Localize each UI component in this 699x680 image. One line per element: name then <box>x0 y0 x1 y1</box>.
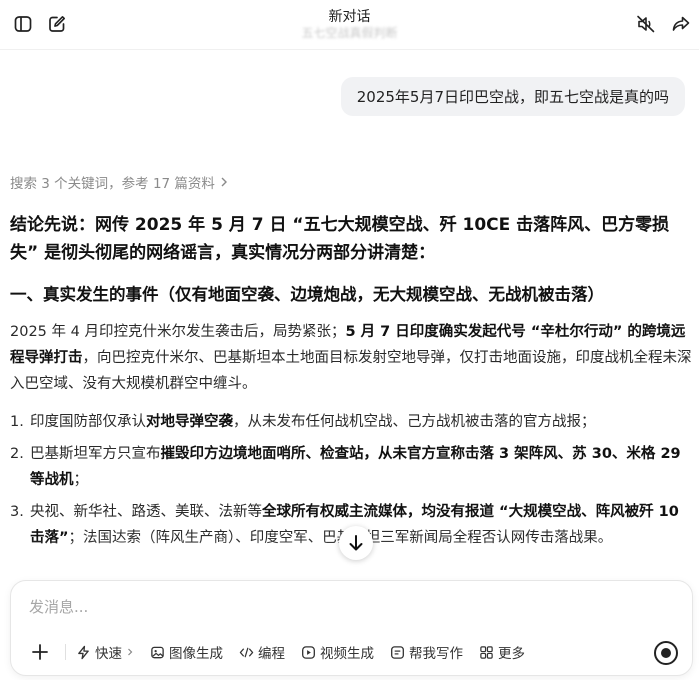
coding-button[interactable]: 编程 <box>239 642 285 662</box>
image-icon <box>151 646 164 658</box>
video-generation-button[interactable]: 视频生成 <box>301 642 374 662</box>
assistant-answer: 结论先说：网传 2025 年 5 月 7 日 “五七大规模空战、歼 10CE 击… <box>10 211 694 557</box>
tool-label: 图像生成 <box>169 646 223 662</box>
share-icon <box>672 16 690 31</box>
list-number: 2. <box>10 446 24 462</box>
paragraph-text: 2025 年 4 月印控克什米尔发生袭击后，局势紧张； <box>10 324 346 340</box>
share-button[interactable] <box>667 10 695 38</box>
conversation-subtitle: 五七空战真假判断 <box>301 26 398 40</box>
tool-label: 编程 <box>258 646 285 662</box>
list-text: 印度国防部仅承认对地导弹空袭，从未发布任何战机空战、己方战机被击落的官方战报； <box>30 414 596 430</box>
video-icon <box>302 645 315 659</box>
plus-icon <box>32 644 48 660</box>
answer-paragraph: 2025 年 4 月印控克什米尔发生袭击后，局势紧张；5 月 7 日印度确实发起… <box>10 319 694 397</box>
message-composer: 快速 图像生成 编程 视频生成 帮我写作 更多 <box>10 580 693 676</box>
chevron-right-icon <box>128 648 133 656</box>
code-icon <box>239 647 254 657</box>
paragraph-text: ，向巴控克什米尔、巴基斯坦本土地面目标发射空地导弹，仅打击地面设施，印度战机全程… <box>10 350 692 392</box>
more-tools-button[interactable]: 更多 <box>479 642 525 662</box>
pen-icon <box>391 645 404 659</box>
user-message: 2025年5月7日印巴空战，即五七空战是真的吗 <box>340 77 685 116</box>
tool-label: 视频生成 <box>320 646 374 662</box>
chat-area[interactable]: 2025年5月7日印巴空战，即五七空战是真的吗 搜索 3 个关键词，参考 17 … <box>0 51 699 579</box>
record-icon <box>661 648 671 658</box>
grid-icon <box>480 645 493 659</box>
image-generation-button[interactable]: 图像生成 <box>150 642 223 662</box>
writing-assist-button[interactable]: 帮我写作 <box>390 642 463 662</box>
lightning-icon <box>78 645 89 659</box>
search-reference-link[interactable]: 搜索 3 个关键词，参考 17 篇资料 <box>10 172 229 192</box>
scroll-to-bottom-button[interactable] <box>339 526 373 560</box>
speaker-muted-icon <box>637 15 655 33</box>
voice-input-button[interactable] <box>654 641 678 665</box>
mode-quick-button[interactable]: 快速 <box>76 642 134 662</box>
search-reference-text: 搜索 3 个关键词，参考 17 篇资料 <box>10 176 215 192</box>
attach-button[interactable] <box>29 641 51 663</box>
list-item: 1. 印度国防部仅承认对地导弹空袭，从未发布任何战机空战、己方战机被击落的官方战… <box>10 409 694 435</box>
list-item: 2. 巴基斯坦军方只宣布摧毁印方边境地面哨所、检查站，从未官方宣称击落 3 架阵… <box>10 441 694 493</box>
mute-button[interactable] <box>632 10 660 38</box>
top-bar: 新对话 五七空战真假判断 <box>0 0 699 50</box>
list-text: 巴基斯坦军方只宣布摧毁印方边境地面哨所、检查站，从未官方宣称击落 3 架阵风、苏… <box>30 446 681 488</box>
tool-label: 更多 <box>498 646 525 662</box>
composer-toolbar: 快速 图像生成 编程 视频生成 帮我写作 更多 <box>29 641 541 663</box>
page-title: 新对话 <box>328 9 371 25</box>
arrow-down-icon <box>349 535 363 551</box>
toolbar-divider <box>65 644 66 660</box>
tool-label: 快速 <box>95 646 122 662</box>
list-number: 1. <box>10 414 24 430</box>
answer-conclusion: 结论先说：网传 2025 年 5 月 7 日 “五七大规模空战、歼 10CE 击… <box>10 215 670 263</box>
section-heading: 一、真实发生的事件（仅有地面空袭、边境炮战，无大规模空战、无战机被击落） <box>10 285 604 304</box>
tool-label: 帮我写作 <box>409 646 463 662</box>
chevron-right-icon <box>221 177 227 187</box>
message-input[interactable] <box>29 595 629 619</box>
